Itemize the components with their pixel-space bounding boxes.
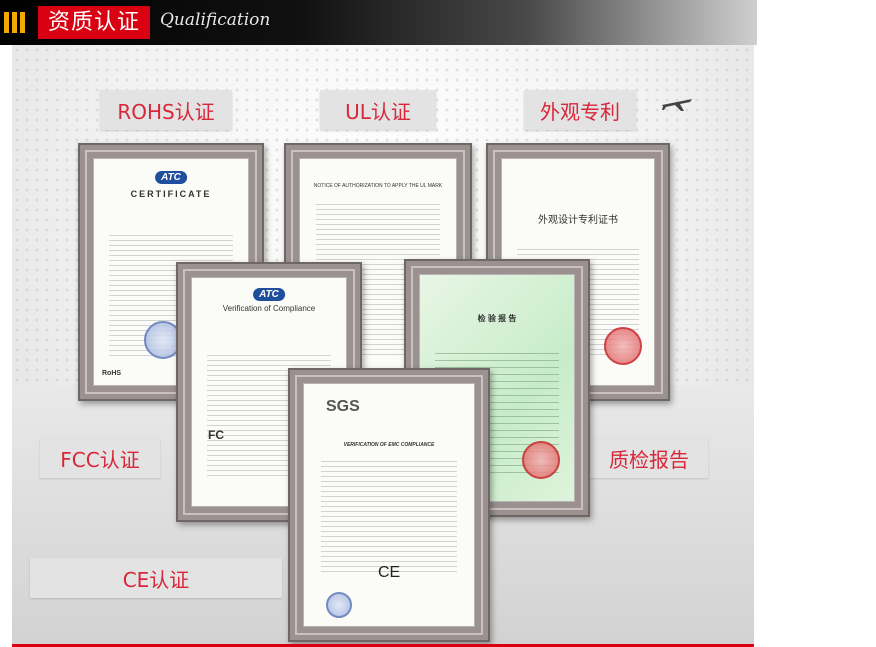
tag-ul: UL认证 [320, 90, 436, 130]
document-text-lines [321, 456, 457, 573]
frame-ce-certificate: SGS VERIFICATION OF EMC COMPLIANCE CE [288, 368, 490, 642]
section-title: 资质认证 [38, 6, 151, 39]
tag-report: 质检报告 [590, 438, 708, 478]
ce-cert-title: VERIFICATION OF EMC COMPLIANCE [343, 442, 435, 448]
tag-patent: 外观专利 [524, 90, 636, 130]
ce-mark: CE [378, 564, 401, 581]
patent-cert-title: 外观设计专利证书 [538, 215, 618, 226]
ul-cert-title: NOTICE OF AUTHORIZATION TO APPLY THE UL … [313, 183, 443, 189]
report-title: 检 验 报 告 [477, 314, 517, 323]
atc-logo: ATC [253, 288, 285, 301]
stamp-seal [326, 592, 352, 618]
tag-ce: CE认证 [30, 558, 282, 598]
ce-certificate-document: SGS VERIFICATION OF EMC COMPLIANCE CE [303, 383, 475, 627]
fcc-mark: FC [208, 428, 224, 442]
section-header: 资质认证 Qualification [0, 0, 757, 45]
tag-fcc: FCC认证 [40, 438, 160, 478]
section-subtitle: Qualification [160, 10, 271, 30]
header-bars-icon [4, 12, 25, 33]
rohs-cert-title: CERTIFICATE [130, 189, 212, 199]
atc-logo: ATC [155, 171, 187, 184]
rohs-footer-mark: RoHS [102, 370, 122, 377]
stamp-seal [604, 327, 642, 365]
stamp-seal [522, 441, 560, 479]
fcc-cert-title: Verification of Compliance [222, 304, 316, 313]
sgs-logo: SGS [326, 398, 360, 415]
airplane-icon [662, 99, 692, 111]
tag-rohs: ROHS认证 [100, 90, 232, 130]
